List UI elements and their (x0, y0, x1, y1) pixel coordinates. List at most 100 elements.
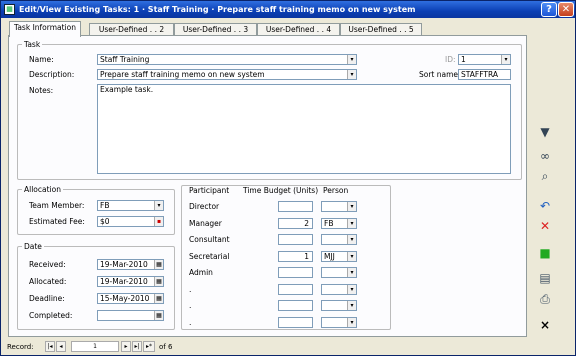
received-value: 19-Mar-2010 (100, 260, 148, 269)
tab-task-information[interactable]: Task Information (9, 21, 81, 37)
participant-name: Secretarial (189, 251, 230, 261)
person-value: FB (324, 218, 334, 228)
close-icon[interactable]: × (536, 316, 554, 334)
team-member-field[interactable]: FB ▾ (97, 200, 164, 211)
team-member-label: Team Member: (29, 201, 85, 210)
person-value: MJJ (324, 251, 335, 261)
person-field[interactable]: ▾ (321, 267, 357, 278)
person-field[interactable]: ▾ (321, 316, 357, 328)
new-record-button[interactable]: ▸* (143, 341, 155, 352)
record-count: of 6 (159, 343, 173, 351)
estimated-fee-field[interactable]: $0 ▪ (97, 216, 164, 227)
time-budget-field[interactable]: 2 (278, 217, 313, 229)
app-icon: ▦ (4, 4, 15, 15)
person-field[interactable]: ▾ (321, 300, 357, 311)
time-budget-field[interactable] (278, 283, 313, 295)
allocated-field[interactable]: 19-Mar-2010 ▦ (97, 276, 164, 287)
time-budget-field[interactable] (278, 267, 313, 278)
person-dropdown-icon[interactable]: ▾ (347, 202, 356, 211)
title-bar: ▦ Edit/View Existing Tasks: 1 · Staff Tr… (1, 1, 575, 18)
description-field[interactable]: Prepare staff training memo on new syste… (97, 69, 357, 80)
allocated-value: 19-Mar-2010 (100, 277, 148, 286)
received-label: Received: (29, 260, 66, 269)
date-legend: Date (24, 242, 42, 251)
description-dropdown-icon[interactable]: ▾ (347, 70, 356, 79)
id-field[interactable]: 1 ▾ (458, 54, 511, 65)
id-value: 1 (461, 55, 466, 64)
completed-field[interactable]: ▦ (97, 310, 164, 321)
window-close-button[interactable]: ✕ (558, 2, 574, 17)
participant-name: . (189, 301, 192, 310)
time-budget-field[interactable] (278, 316, 313, 328)
record-number-field[interactable]: 1 (71, 341, 119, 352)
participant-name: . (189, 284, 192, 294)
time-budget-field[interactable]: 1 (278, 250, 313, 262)
fee-calculator-icon[interactable]: ▪ (154, 217, 163, 226)
person-header: Person (323, 186, 349, 195)
deadline-calendar-icon[interactable]: ▦ (154, 294, 163, 303)
participant-header: Participant (189, 186, 230, 195)
person-dropdown-icon[interactable]: ▾ (347, 235, 356, 244)
time-budget-header: Time Budget (Units) (243, 186, 319, 195)
name-value: Staff Training (100, 55, 150, 64)
person-dropdown-icon[interactable]: ▾ (347, 218, 356, 228)
name-field[interactable]: Staff Training ▾ (97, 54, 357, 65)
participant-name: Manager (189, 218, 222, 228)
description-value: Prepare staff training memo on new syste… (100, 70, 265, 79)
id-label: ID: (445, 55, 456, 64)
deadline-value: 15-May-2010 (100, 294, 150, 303)
deadline-label: Deadline: (29, 294, 65, 303)
person-field[interactable]: ▾ (321, 201, 357, 212)
time-budget-field[interactable] (278, 300, 313, 311)
sort-name-field[interactable]: STAFFTRA (458, 69, 511, 80)
person-dropdown-icon[interactable]: ▾ (347, 301, 356, 310)
completed-calendar-icon[interactable]: ▦ (154, 311, 163, 320)
prev-record-button[interactable]: ◂ (56, 341, 66, 352)
participant-name: Admin (189, 268, 213, 277)
completed-label: Completed: (29, 311, 73, 320)
notes-field[interactable]: Example task. (97, 84, 511, 174)
record-navigator: Record: |◂ ◂ 1 ▸ ▸| ▸* of 6 (1, 339, 575, 355)
binoculars-icon[interactable]: ∞ (536, 147, 554, 165)
person-dropdown-icon[interactable]: ▾ (347, 317, 356, 327)
name-label: Name: (29, 55, 54, 64)
time-budget-field[interactable] (278, 234, 313, 245)
person-field[interactable]: FB ▾ (321, 217, 357, 229)
person-field[interactable]: ▾ (321, 234, 357, 245)
save-icon[interactable]: ■ (536, 244, 554, 262)
task-legend: Task (24, 40, 41, 49)
team-member-value: FB (100, 201, 110, 210)
task-information-panel: Task Name: Staff Training ▾ Description: … (8, 35, 527, 337)
filter-icon[interactable]: ▼ (536, 123, 554, 141)
team-member-dropdown-icon[interactable]: ▾ (154, 201, 163, 210)
person-field[interactable]: MJJ ▾ (321, 250, 357, 262)
undo-icon[interactable]: ↶ (536, 197, 554, 215)
help-button[interactable]: ? (541, 2, 557, 17)
next-record-button[interactable]: ▸ (121, 341, 131, 352)
person-dropdown-icon[interactable]: ▾ (347, 268, 356, 277)
task-edit-window: ▦ Edit/View Existing Tasks: 1 · Staff Tr… (0, 0, 576, 356)
allocated-calendar-icon[interactable]: ▦ (154, 277, 163, 286)
first-record-button[interactable]: |◂ (45, 341, 55, 352)
received-field[interactable]: 19-Mar-2010 ▦ (97, 259, 164, 270)
notes-label: Notes: (29, 86, 54, 95)
id-dropdown-icon[interactable]: ▾ (501, 55, 510, 64)
delete-icon[interactable]: ✕ (536, 217, 554, 235)
record-label: Record: (7, 343, 34, 351)
window-title: Edit/View Existing Tasks: 1 · Staff Trai… (19, 5, 416, 14)
person-field[interactable]: ▾ (321, 283, 357, 295)
name-dropdown-icon[interactable]: ▾ (347, 55, 356, 64)
received-calendar-icon[interactable]: ▦ (154, 260, 163, 269)
person-dropdown-icon[interactable]: ▾ (347, 251, 356, 261)
allocation-legend: Allocation (24, 185, 61, 194)
deadline-field[interactable]: 15-May-2010 ▦ (97, 293, 164, 304)
estimated-fee-label: Estimated Fee: (29, 217, 85, 226)
person-dropdown-icon[interactable]: ▾ (347, 284, 356, 294)
time-budget-field[interactable] (278, 201, 313, 212)
printer-icon[interactable]: ⎙ (536, 290, 554, 308)
allocated-label: Allocated: (29, 277, 67, 286)
participant-name: Director (189, 202, 220, 211)
magnifier-icon[interactable]: ⌕ (536, 167, 554, 185)
last-record-button[interactable]: ▸| (132, 341, 142, 352)
print-preview-icon[interactable]: ▤ (536, 269, 554, 287)
